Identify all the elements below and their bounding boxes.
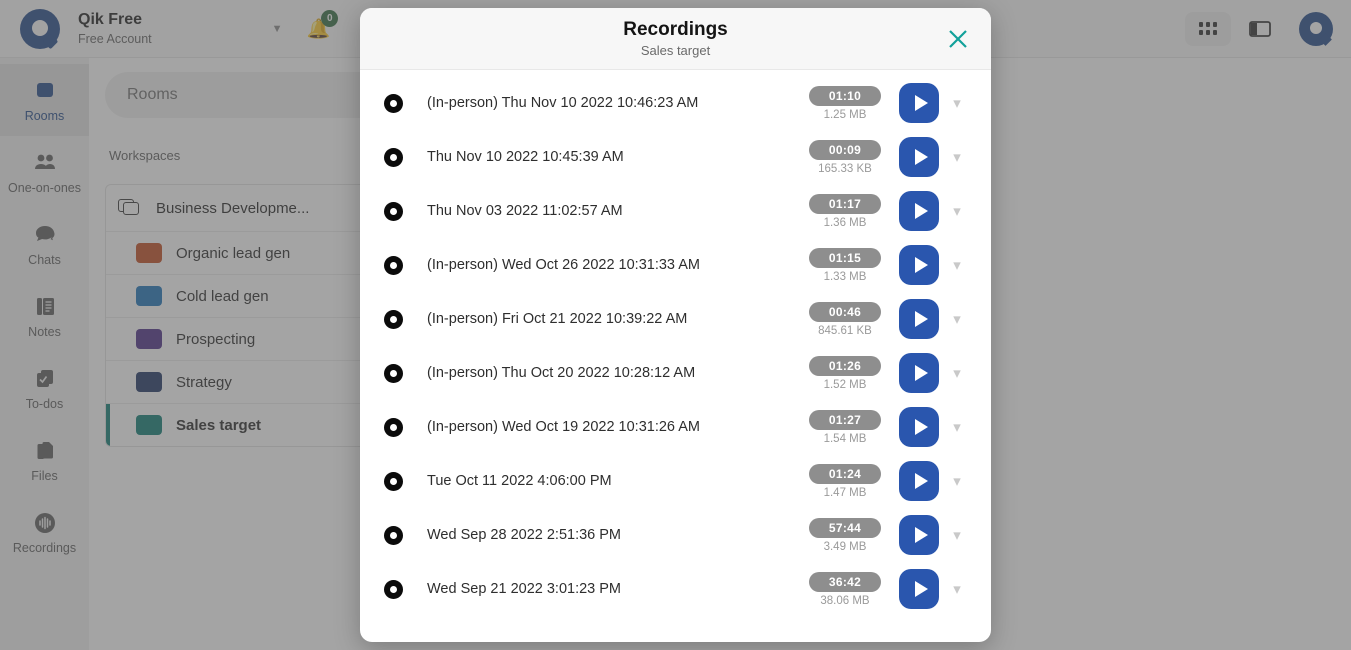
- record-dot-icon: [384, 525, 403, 545]
- recording-meta: 01:15 1.33 MB: [799, 247, 891, 283]
- close-button[interactable]: [943, 24, 973, 54]
- recording-duration: 01:10: [809, 85, 881, 106]
- recording-size: 1.52 MB: [823, 378, 867, 391]
- recording-name: Thu Nov 10 2022 10:45:39 AM: [427, 149, 624, 165]
- recording-row[interactable]: Tue Oct 11 2022 4:06:00 PM 01:24 1.47 MB…: [360, 454, 991, 508]
- recording-duration: 01:15: [809, 247, 881, 268]
- recording-meta: 57:44 3.49 MB: [799, 517, 891, 553]
- record-dot-icon: [384, 579, 403, 599]
- play-icon: [914, 257, 928, 273]
- modal-header: Recordings Sales target: [360, 8, 991, 70]
- recording-meta: 01:24 1.47 MB: [799, 463, 891, 499]
- recording-row[interactable]: Thu Nov 03 2022 11:02:57 AM 01:17 1.36 M…: [360, 184, 991, 238]
- play-icon: [914, 311, 928, 327]
- play-button[interactable]: [899, 569, 939, 609]
- play-button[interactable]: [899, 83, 939, 123]
- recording-size: 1.54 MB: [823, 432, 867, 445]
- recording-duration: 00:46: [809, 301, 881, 322]
- recording-row[interactable]: Wed Sep 28 2022 2:51:36 PM 57:44 3.49 MB…: [360, 508, 991, 562]
- record-dot-icon: [384, 93, 403, 113]
- play-icon: [914, 473, 928, 489]
- recording-meta: 01:26 1.52 MB: [799, 355, 891, 391]
- chevron-down-icon[interactable]: ▾: [943, 580, 971, 598]
- recording-duration: 36:42: [809, 571, 881, 592]
- recording-row[interactable]: (In-person) Wed Oct 26 2022 10:31:33 AM …: [360, 238, 991, 292]
- recording-name: (In-person) Thu Oct 20 2022 10:28:12 AM: [427, 365, 696, 381]
- play-button[interactable]: [899, 407, 939, 447]
- recordings-modal: Recordings Sales target (In-person) Thu …: [360, 8, 991, 642]
- recording-row[interactable]: Wed Sep 21 2022 3:01:23 PM 36:42 38.06 M…: [360, 562, 991, 616]
- recording-duration: 01:26: [809, 355, 881, 376]
- app-root: Qik Free Free Account ▼ 🔔 0 Rooms: [0, 0, 1351, 650]
- record-dot-icon: [384, 147, 403, 167]
- recording-duration: 01:27: [809, 409, 881, 430]
- record-dot-icon: [384, 417, 403, 437]
- recording-size: 1.36 MB: [823, 216, 867, 229]
- modal-title: Recordings: [623, 19, 728, 40]
- recording-row[interactable]: (In-person) Wed Oct 19 2022 10:31:26 AM …: [360, 400, 991, 454]
- chevron-down-icon[interactable]: ▾: [943, 310, 971, 328]
- recording-meta: 00:46 845.61 KB: [799, 301, 891, 337]
- recording-name: Wed Sep 28 2022 2:51:36 PM: [427, 527, 622, 543]
- recording-name: Wed Sep 21 2022 3:01:23 PM: [427, 581, 622, 597]
- chevron-down-icon[interactable]: ▾: [943, 256, 971, 274]
- play-icon: [914, 149, 928, 165]
- recording-meta: 36:42 38.06 MB: [799, 571, 891, 607]
- recording-meta: 00:09 165.33 KB: [799, 139, 891, 175]
- play-icon: [914, 527, 928, 543]
- play-button[interactable]: [899, 353, 939, 393]
- recording-duration: 00:09: [809, 139, 881, 160]
- play-icon: [914, 365, 928, 381]
- recording-size: 1.25 MB: [823, 108, 867, 121]
- recording-size: 1.33 MB: [823, 270, 867, 283]
- recording-name: Thu Nov 03 2022 11:02:57 AM: [427, 203, 623, 219]
- recording-row[interactable]: Thu Nov 10 2022 10:45:39 AM 00:09 165.33…: [360, 130, 991, 184]
- recording-size: 3.49 MB: [823, 540, 867, 553]
- play-icon: [914, 581, 928, 597]
- record-dot-icon: [384, 471, 403, 491]
- chevron-down-icon[interactable]: ▾: [943, 526, 971, 544]
- recording-name: (In-person) Wed Oct 26 2022 10:31:33 AM: [427, 257, 700, 273]
- play-button[interactable]: [899, 245, 939, 285]
- chevron-down-icon[interactable]: ▾: [943, 202, 971, 220]
- play-icon: [914, 203, 928, 219]
- recording-size: 845.61 KB: [818, 324, 872, 337]
- chevron-down-icon[interactable]: ▾: [943, 364, 971, 382]
- chevron-down-icon[interactable]: ▾: [943, 148, 971, 166]
- recording-name: (In-person) Thu Nov 10 2022 10:46:23 AM: [427, 95, 699, 111]
- recording-meta: 01:17 1.36 MB: [799, 193, 891, 229]
- recording-name: (In-person) Fri Oct 21 2022 10:39:22 AM: [427, 311, 688, 327]
- chevron-down-icon[interactable]: ▾: [943, 418, 971, 436]
- recordings-list[interactable]: (In-person) Thu Nov 10 2022 10:46:23 AM …: [360, 70, 991, 642]
- play-icon: [914, 95, 928, 111]
- recording-duration: 01:24: [809, 463, 881, 484]
- chevron-down-icon[interactable]: ▾: [943, 94, 971, 112]
- play-button[interactable]: [899, 515, 939, 555]
- recording-size: 165.33 KB: [818, 162, 872, 175]
- recording-duration: 01:17: [809, 193, 881, 214]
- recording-meta: 01:27 1.54 MB: [799, 409, 891, 445]
- recording-row[interactable]: (In-person) Fri Oct 21 2022 10:39:22 AM …: [360, 292, 991, 346]
- recording-row[interactable]: (In-person) Thu Nov 10 2022 10:46:23 AM …: [360, 76, 991, 130]
- recording-size: 38.06 MB: [820, 594, 870, 607]
- play-button[interactable]: [899, 461, 939, 501]
- recording-name: (In-person) Wed Oct 19 2022 10:31:26 AM: [427, 419, 700, 435]
- record-dot-icon: [384, 255, 403, 275]
- modal-subtitle: Sales target: [640, 43, 711, 58]
- close-icon: [949, 29, 967, 48]
- play-icon: [914, 419, 928, 435]
- recording-row[interactable]: (In-person) Thu Oct 20 2022 10:28:12 AM …: [360, 346, 991, 400]
- recording-meta: 01:10 1.25 MB: [799, 85, 891, 121]
- record-dot-icon: [384, 201, 403, 221]
- play-button[interactable]: [899, 137, 939, 177]
- recording-duration: 57:44: [809, 517, 881, 538]
- record-dot-icon: [384, 363, 403, 383]
- recording-name: Tue Oct 11 2022 4:06:00 PM: [427, 473, 612, 489]
- record-dot-icon: [384, 309, 403, 329]
- play-button[interactable]: [899, 191, 939, 231]
- recording-size: 1.47 MB: [823, 486, 867, 499]
- play-button[interactable]: [899, 299, 939, 339]
- chevron-down-icon[interactable]: ▾: [943, 472, 971, 490]
